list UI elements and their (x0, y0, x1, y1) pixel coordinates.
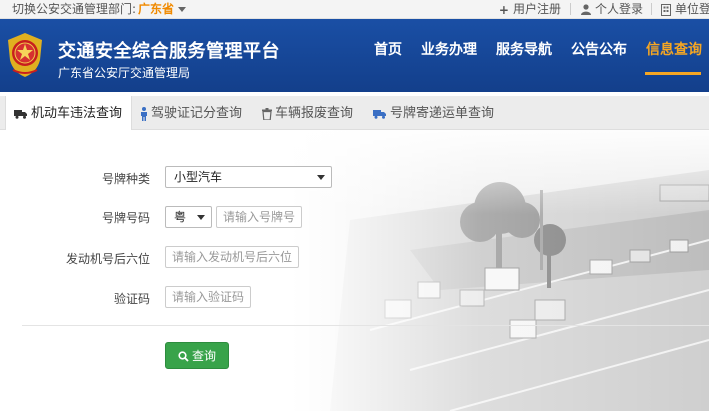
caret-down-icon[interactable] (178, 7, 187, 12)
police-emblem-logo (8, 33, 42, 77)
street-background-image (290, 130, 709, 411)
personal-login-link[interactable]: 个人登录 (580, 0, 643, 18)
query-button[interactable]: 查询 (165, 342, 229, 369)
tab-label: 车辆报废查询 (275, 106, 354, 121)
site-header: 交通安全综合服务管理平台 广东省公安厅交通管理局 首页 业务办理 服务导航 公告… (0, 19, 709, 92)
plus-icon: + (498, 2, 509, 17)
personal-login-label: 个人登录 (594, 2, 643, 16)
person-icon (141, 106, 147, 121)
tab-license-points[interactable]: 驾驶证记分查询 (140, 96, 242, 129)
plate-type-select[interactable]: 小型汽车 (165, 166, 332, 188)
tab-vehicle-violation[interactable]: 机动车违法查询 (5, 96, 133, 130)
department-switcher[interactable]: 切换公安交通管理部门: 广东省 (12, 0, 187, 18)
site-subtitle: 广东省公安厅交通管理局 (58, 66, 191, 80)
unit-login-link[interactable]: 单位登 (660, 0, 709, 18)
top-utility-bar: 切换公安交通管理部门: 广东省 + 用户注册 个人登录 单位登 (0, 0, 709, 19)
form-divider (22, 325, 709, 326)
nav-service-guide[interactable]: 服务导航 (496, 39, 552, 59)
user-icon (580, 4, 591, 15)
switch-label: 切换公安交通管理部门: (12, 2, 137, 16)
plate-number-label: 号牌号码 (101, 211, 150, 225)
query-tabs: 机动车违法查询 驾驶证记分查询 车辆报废查询 号牌寄递运单查询 (0, 96, 709, 130)
trash-icon (262, 107, 272, 120)
plate-prefix-value: 粤 (174, 210, 187, 224)
site-title: 交通安全综合服务管理平台 (58, 41, 280, 62)
tab-label: 号牌寄递运单查询 (390, 106, 495, 121)
tab-label: 机动车违法查询 (31, 106, 123, 121)
captcha-label: 验证码 (113, 292, 150, 306)
province-name[interactable]: 广东省 (138, 2, 174, 16)
nav-info-query[interactable]: 信息查询 (646, 39, 702, 59)
nav-home[interactable]: 首页 (374, 39, 402, 59)
plate-number-input[interactable] (216, 206, 302, 228)
building-icon (660, 3, 671, 16)
chevron-down-icon (317, 175, 325, 180)
truck-icon (14, 109, 27, 119)
tab-plate-delivery[interactable]: 号牌寄递运单查询 (373, 96, 494, 129)
nav-business[interactable]: 业务办理 (421, 39, 477, 59)
query-form-panel: 号牌种类 小型汽车 号牌号码 粤 发动机号后六位 验证码 查询 (0, 130, 709, 411)
active-nav-indicator (645, 72, 701, 75)
register-label: 用户注册 (512, 2, 561, 16)
plate-type-value: 小型汽车 (174, 170, 223, 184)
divider (570, 3, 571, 15)
engine-number-input[interactable] (165, 246, 299, 268)
engine-number-label: 发动机号后六位 (65, 252, 150, 266)
tab-label: 驾驶证记分查询 (151, 106, 243, 121)
register-link[interactable]: + 用户注册 (499, 0, 561, 19)
plate-type-label: 号牌种类 (101, 172, 150, 186)
unit-login-label: 单位登 (674, 2, 709, 16)
query-button-label: 查询 (191, 349, 216, 363)
plate-prefix-select[interactable]: 粤 (165, 206, 212, 228)
chevron-down-icon (197, 215, 205, 220)
divider (651, 3, 652, 15)
tab-vehicle-scrap[interactable]: 车辆报废查询 (262, 96, 353, 129)
truck-icon (373, 109, 386, 119)
search-icon (178, 351, 189, 362)
captcha-input[interactable] (165, 286, 251, 308)
nav-announcements[interactable]: 公告公布 (571, 39, 627, 59)
